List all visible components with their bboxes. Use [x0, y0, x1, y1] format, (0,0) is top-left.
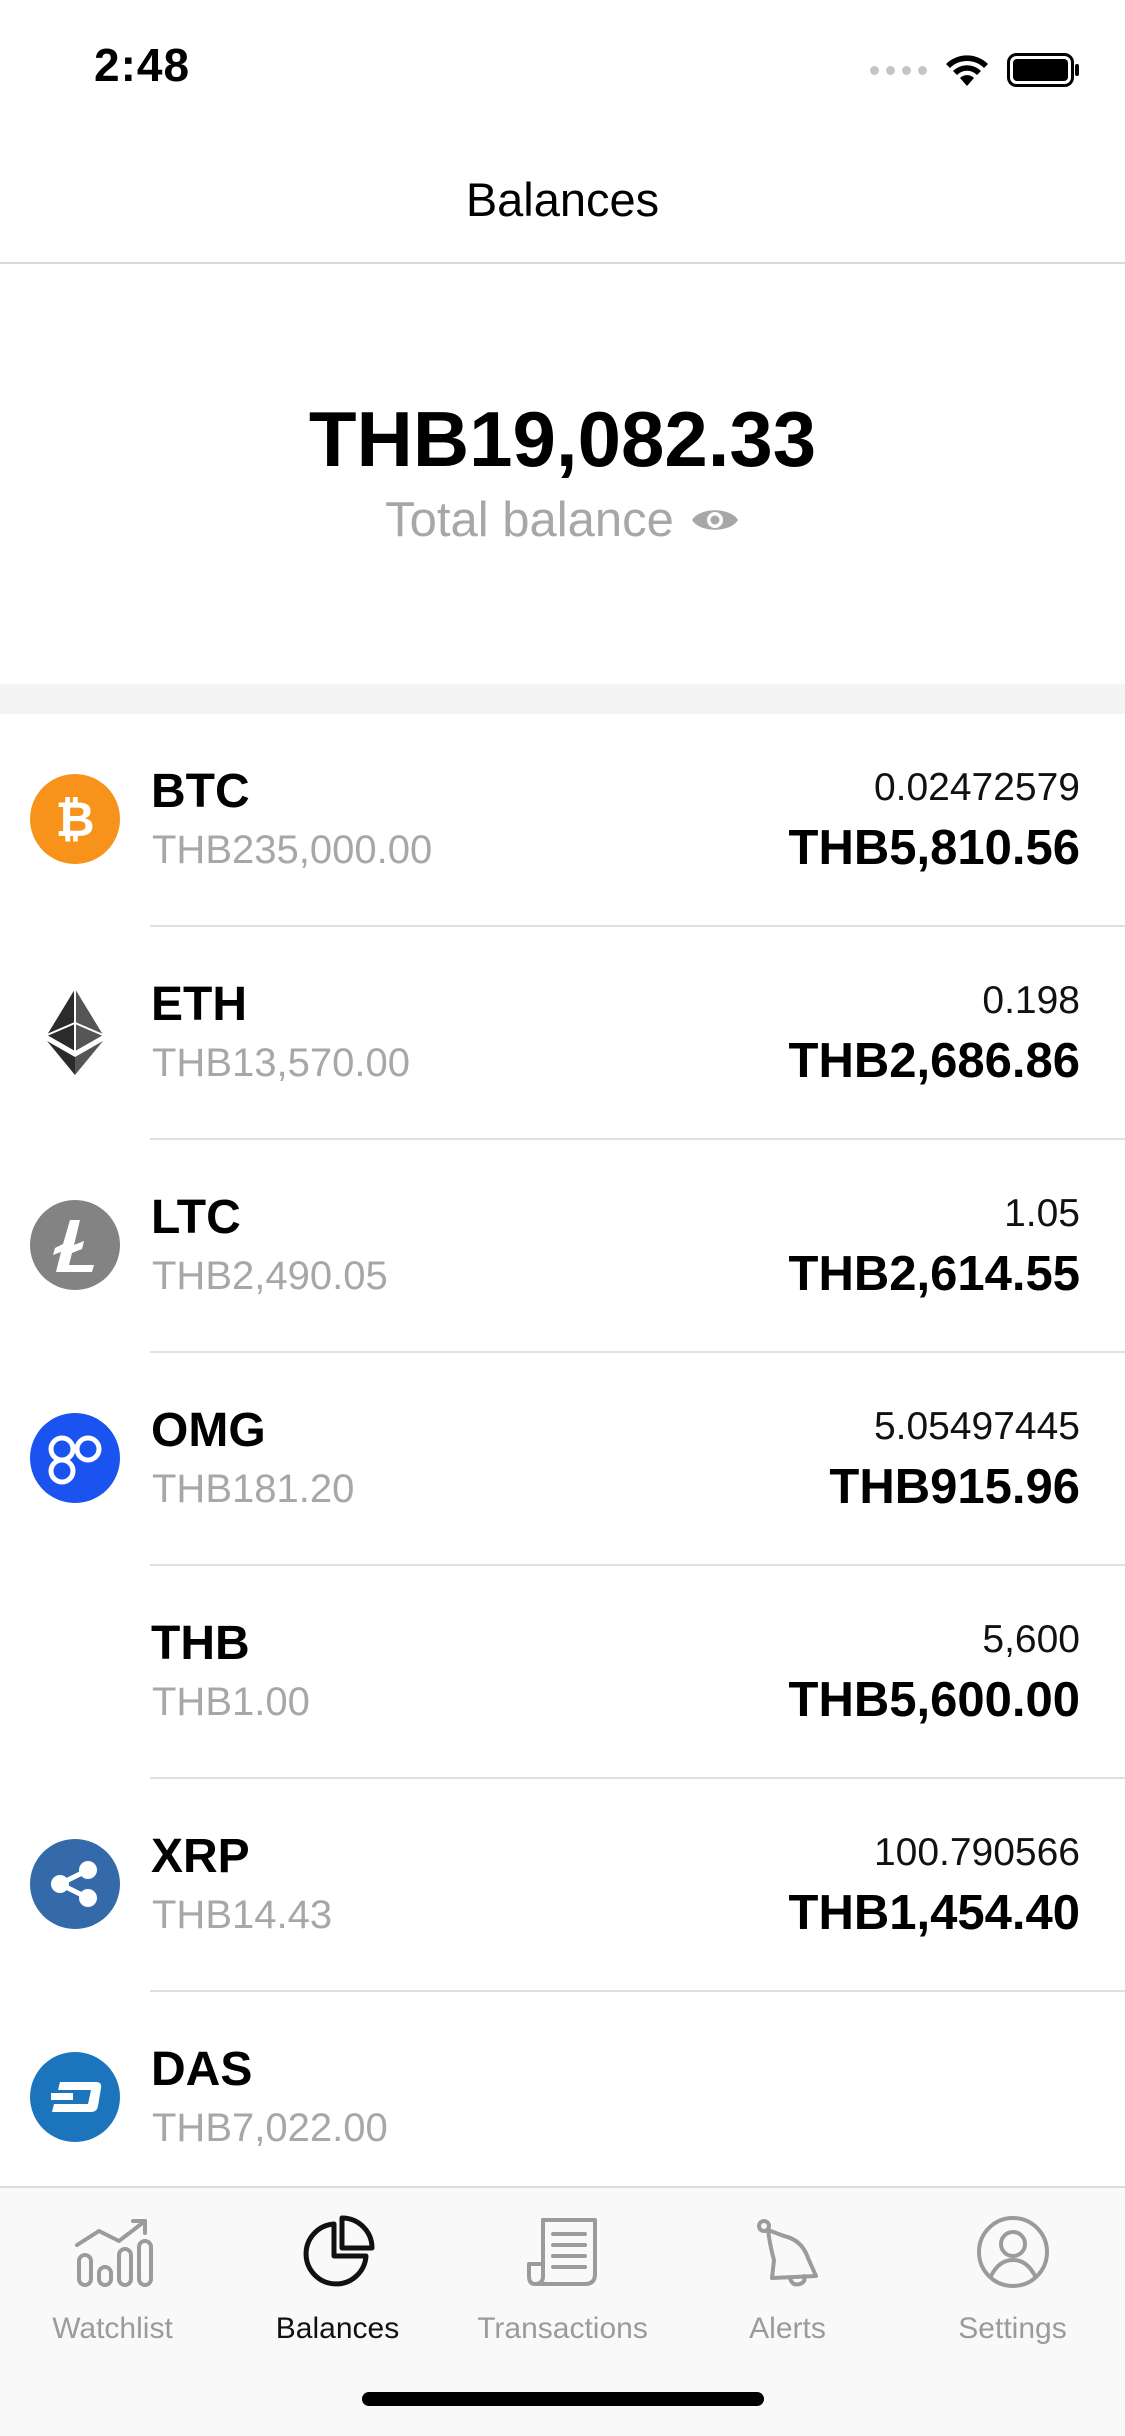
svg-text:₿: ₿	[55, 792, 94, 848]
tab-alerts[interactable]: Alerts	[675, 2208, 900, 2346]
coin-value: THB1,454.40	[788, 1886, 1080, 1940]
coin-price: THB14.43	[152, 1893, 333, 1937]
omisego-icon	[30, 1413, 120, 1503]
coin-price: THB13,570.00	[152, 1041, 410, 1085]
coin-value: THB2,686.86	[788, 1034, 1080, 1088]
section-separator	[0, 684, 1125, 714]
list-item-eth[interactable]: ETH THB13,570.00 0.198 THB2,686.86	[0, 927, 1125, 1140]
coin-amount: 5.05497445	[873, 1405, 1080, 1448]
coin-value: THB2,614.55	[788, 1247, 1080, 1301]
coin-symbol: DAS	[151, 2043, 253, 2096]
wifi-icon	[946, 55, 988, 86]
coin-value: THB5,810.56	[788, 821, 1080, 875]
coin-price: THB235,000.00	[152, 828, 433, 872]
chart-icon	[0, 2208, 225, 2296]
coin-symbol: ETH	[151, 978, 247, 1031]
tab-label: Balances	[275, 2312, 400, 2345]
coin-amount: 0.02472579	[873, 766, 1080, 809]
coin-symbol: LTC	[151, 1191, 241, 1244]
tab-label: Settings	[958, 2312, 1067, 2345]
tab-label: Transactions	[477, 2312, 648, 2345]
dash-icon	[30, 2052, 120, 2142]
coin-price: THB2,490.05	[152, 1254, 388, 1298]
coin-value: THB5,600.00	[788, 1673, 1080, 1727]
coin-price: THB7,022.00	[152, 2106, 388, 2150]
coin-symbol: XRP	[151, 1830, 250, 1883]
cellular-signal-icon	[870, 65, 927, 75]
coin-symbol: BTC	[151, 765, 250, 818]
coin-symbol: THB	[151, 1617, 250, 1670]
coin-amount: 5,600	[982, 1618, 1080, 1661]
battery-icon	[1007, 53, 1079, 87]
ripple-icon	[30, 1839, 120, 1929]
list-item-ltc[interactable]: LTC THB2,490.05 1.05 THB2,614.55	[0, 1140, 1125, 1353]
eye-icon[interactable]	[690, 503, 740, 537]
coin-amount: 0.198	[982, 979, 1080, 1022]
list-item-thb[interactable]: THB THB1.00 5,600 THB5,600.00	[0, 1566, 1125, 1779]
tab-balances[interactable]: Balances	[225, 2208, 450, 2346]
coin-amount: 1.05	[1004, 1192, 1080, 1235]
list-item-xrp[interactable]: XRP THB14.43 100.790566 THB1,454.40	[0, 1779, 1125, 1992]
pie-chart-icon	[225, 2208, 450, 2296]
navigation-bar: Balances	[0, 132, 1125, 264]
bitcoin-icon: ₿	[30, 774, 120, 864]
bell-icon	[675, 2208, 900, 2296]
status-time: 2:48	[94, 39, 191, 91]
coin-value: THB915.96	[829, 1460, 1080, 1514]
balance-summary: THB19,082.33 Total balance	[0, 264, 1125, 684]
tab-label: Alerts	[749, 2312, 826, 2345]
coin-price: THB181.20	[152, 1467, 355, 1511]
coin-symbol: OMG	[151, 1404, 266, 1457]
tab-transactions[interactable]: Transactions	[450, 2208, 675, 2346]
total-balance-label-row: Total balance	[0, 492, 1125, 548]
document-icon	[450, 2208, 675, 2296]
list-item-das[interactable]: DAS THB7,022.00	[0, 1992, 1125, 2205]
status-bar: 2:48	[0, 0, 1125, 132]
tab-watchlist[interactable]: Watchlist	[0, 2208, 225, 2346]
total-balance-label: Total balance	[385, 493, 674, 547]
total-balance-amount: THB19,082.33	[308, 395, 817, 483]
litecoin-icon	[30, 1200, 120, 1290]
list-item-btc[interactable]: ₿ BTC THB235,000.00 0.02472579 THB5,810.…	[0, 714, 1125, 927]
user-circle-icon	[900, 2208, 1125, 2296]
balance-list: ₿ BTC THB235,000.00 0.02472579 THB5,810.…	[0, 714, 1125, 2205]
status-icons	[870, 50, 1081, 90]
home-indicator[interactable]	[362, 2392, 764, 2406]
coin-price: THB1.00	[152, 1680, 310, 1724]
tab-label: Watchlist	[52, 2312, 173, 2345]
tab-settings[interactable]: Settings	[900, 2208, 1125, 2346]
list-item-omg[interactable]: OMG THB181.20 5.05497445 THB915.96	[0, 1353, 1125, 1566]
ethereum-icon	[30, 987, 120, 1077]
page-title: Balances	[465, 173, 660, 226]
coin-amount: 100.790566	[873, 1831, 1080, 1874]
